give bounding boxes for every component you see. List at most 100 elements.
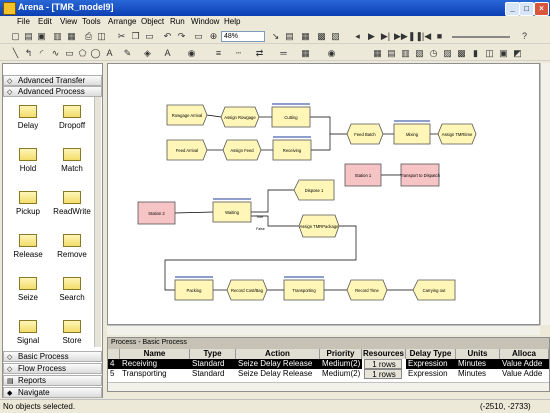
module-pickup[interactable]: Pickup <box>6 191 50 216</box>
polygon-icon[interactable]: ⬠ <box>77 48 88 59</box>
cell-action[interactable]: Seize Delay Release <box>236 359 320 369</box>
connector-line[interactable] <box>310 116 347 135</box>
view-all-icon[interactable]: ▭ <box>193 31 204 42</box>
module-remove[interactable]: Remove <box>50 234 94 259</box>
line-pattern-icon[interactable]: ═ <box>278 48 289 59</box>
cell-allocation[interactable]: Value Adde <box>500 359 549 369</box>
flow-module-fa[interactable]: Feed Arrival <box>166 139 208 161</box>
flow-module-dp[interactable]: Dispose 1 <box>293 179 335 201</box>
cell-type[interactable]: Standard <box>190 369 236 379</box>
level-icon[interactable]: ▮ <box>470 48 481 59</box>
minimize-button[interactable]: _ <box>505 2 520 16</box>
flow-module-rcb[interactable]: Record Cost/Bag <box>226 279 268 301</box>
flow-module-co[interactable]: Carrying out <box>412 279 456 301</box>
cell-action[interactable]: Seize Delay Release <box>236 369 320 379</box>
fill-pattern-icon[interactable]: ▦ <box>300 48 311 59</box>
flow-module-rt[interactable]: Record Time <box>346 279 388 301</box>
line-color-icon[interactable]: ✎ <box>122 48 133 59</box>
module-readwrite[interactable]: ReadWrite <box>50 191 94 216</box>
module-signal[interactable]: Signal <box>6 320 50 345</box>
show-dimensions-icon[interactable]: ◉ <box>326 48 337 59</box>
line-style-icon[interactable]: ┄ <box>233 48 244 59</box>
cell-resources-button[interactable]: 1 rows <box>364 369 402 379</box>
connector-line[interactable] <box>174 211 214 214</box>
menu-object[interactable]: Object <box>141 17 164 26</box>
clock-icon[interactable]: ◷ <box>428 48 439 59</box>
close-button[interactable]: × <box>534 2 549 16</box>
variable-icon[interactable]: ▧ <box>414 48 425 59</box>
global-icon[interactable]: ◫ <box>484 48 495 59</box>
go-icon[interactable]: ▶ <box>366 31 377 42</box>
menu-run[interactable]: Run <box>170 17 185 26</box>
menu-window[interactable]: Window <box>191 17 219 26</box>
box-icon[interactable]: ▭ <box>64 48 75 59</box>
fast-forward-icon[interactable]: ▶▶ <box>394 31 408 42</box>
fill-color-icon[interactable]: ◈ <box>142 48 153 59</box>
grid-icon[interactable]: ▩ <box>316 31 327 42</box>
canvas-horizontal-scrollbar[interactable] <box>107 325 540 335</box>
col-header-allocation[interactable]: Alloca <box>500 349 549 359</box>
arrow-style-icon[interactable]: ⇄ <box>254 48 265 59</box>
text-icon[interactable]: A <box>104 48 115 59</box>
flow-module-am[interactable]: Assign TMRPackage <box>298 214 340 238</box>
help-arrow-icon[interactable]: ? <box>519 31 530 42</box>
cell-units[interactable]: Minutes <box>456 359 500 369</box>
module-release[interactable]: Release <box>6 234 50 259</box>
resource-icon[interactable]: ▥ <box>400 48 411 59</box>
background-color-icon[interactable]: ◉ <box>186 48 197 59</box>
bezier-icon[interactable]: ∿ <box>50 48 61 59</box>
model-canvas[interactable]: Rowgage Arrival Assign Rowgage Cutting Feed… <box>107 63 540 325</box>
cell-type[interactable]: Standard <box>190 359 236 369</box>
canvas-vertical-scrollbar[interactable] <box>540 63 550 325</box>
panel-basic-process[interactable]: ◇ Basic Process <box>3 351 102 362</box>
menu-view[interactable]: View <box>60 17 77 26</box>
connect-icon[interactable]: ↘ <box>270 31 281 42</box>
queue-icon[interactable]: ▤ <box>386 48 397 59</box>
flow-module-fb[interactable]: Feed Batch <box>346 123 384 145</box>
check-model-icon[interactable]: ◂ <box>352 31 363 42</box>
start-over-icon[interactable]: |◀ <box>421 31 432 42</box>
connector-line[interactable] <box>311 134 331 151</box>
connector-true[interactable] <box>251 189 294 213</box>
print-icon[interactable]: ⎙ <box>83 31 94 42</box>
pause-icon[interactable]: ❚❚ <box>408 31 423 42</box>
print-preview-icon[interactable]: ◫ <box>96 31 107 42</box>
col-header-priority[interactable]: Priority <box>320 349 362 359</box>
flow-module-s2[interactable]: Station 2 <box>137 201 176 225</box>
flow-module-at[interactable]: Assign TMRtime <box>437 123 477 145</box>
entity-icon[interactable]: ▦ <box>372 48 383 59</box>
panel-navigate[interactable]: ◆ Navigate <box>3 387 102 398</box>
template-detach-icon[interactable]: ▦ <box>66 31 77 42</box>
zoom-combo[interactable]: 48% <box>221 31 265 42</box>
paste-icon[interactable]: ▭ <box>144 31 155 42</box>
menu-edit[interactable]: Edit <box>38 17 52 26</box>
module-store[interactable]: Store <box>50 320 94 345</box>
module-hold[interactable]: Hold <box>6 148 50 173</box>
cut-icon[interactable]: ✂ <box>116 31 127 42</box>
copy-icon[interactable]: ❐ <box>130 31 141 42</box>
cell-units[interactable]: Minutes <box>456 369 500 379</box>
flow-module-ar[interactable]: Assign Rowgage <box>220 106 260 128</box>
polyline-icon[interactable]: ↰ <box>23 48 34 59</box>
menu-arrange[interactable]: Arrange <box>108 17 136 26</box>
panel-advanced-process[interactable]: ◇ Advanced Process <box>3 86 102 97</box>
spreadsheet-scrollbar[interactable] <box>108 382 549 391</box>
open-folder-icon[interactable]: ▤ <box>23 31 34 42</box>
module-delay[interactable]: Delay <box>6 105 50 130</box>
flow-module-rc[interactable]: Receiving <box>272 136 312 161</box>
flowchart-icon[interactable]: ▤ <box>284 31 295 42</box>
col-header-units[interactable]: Units <box>456 349 500 359</box>
flow-module-pk[interactable]: Packing <box>174 276 214 301</box>
end-icon[interactable]: ■ <box>434 31 445 42</box>
flow-module-af[interactable]: Assign Feed <box>222 139 262 161</box>
route-icon[interactable]: ◩ <box>512 48 523 59</box>
template-attach-icon[interactable]: ▥ <box>52 31 63 42</box>
cell-resources-button[interactable]: 1 rows <box>364 359 402 369</box>
save-icon[interactable]: ▣ <box>36 31 47 42</box>
cell-delay-type[interactable]: Expression <box>406 369 456 379</box>
col-header-action[interactable]: Action <box>236 349 320 359</box>
panel-advanced-transfer[interactable]: ◇ Advanced Transfer <box>3 75 102 86</box>
flow-module-mx[interactable]: Mixing <box>393 120 431 145</box>
module-match[interactable]: Match <box>50 148 94 173</box>
step-icon[interactable]: ▶| <box>380 31 391 42</box>
